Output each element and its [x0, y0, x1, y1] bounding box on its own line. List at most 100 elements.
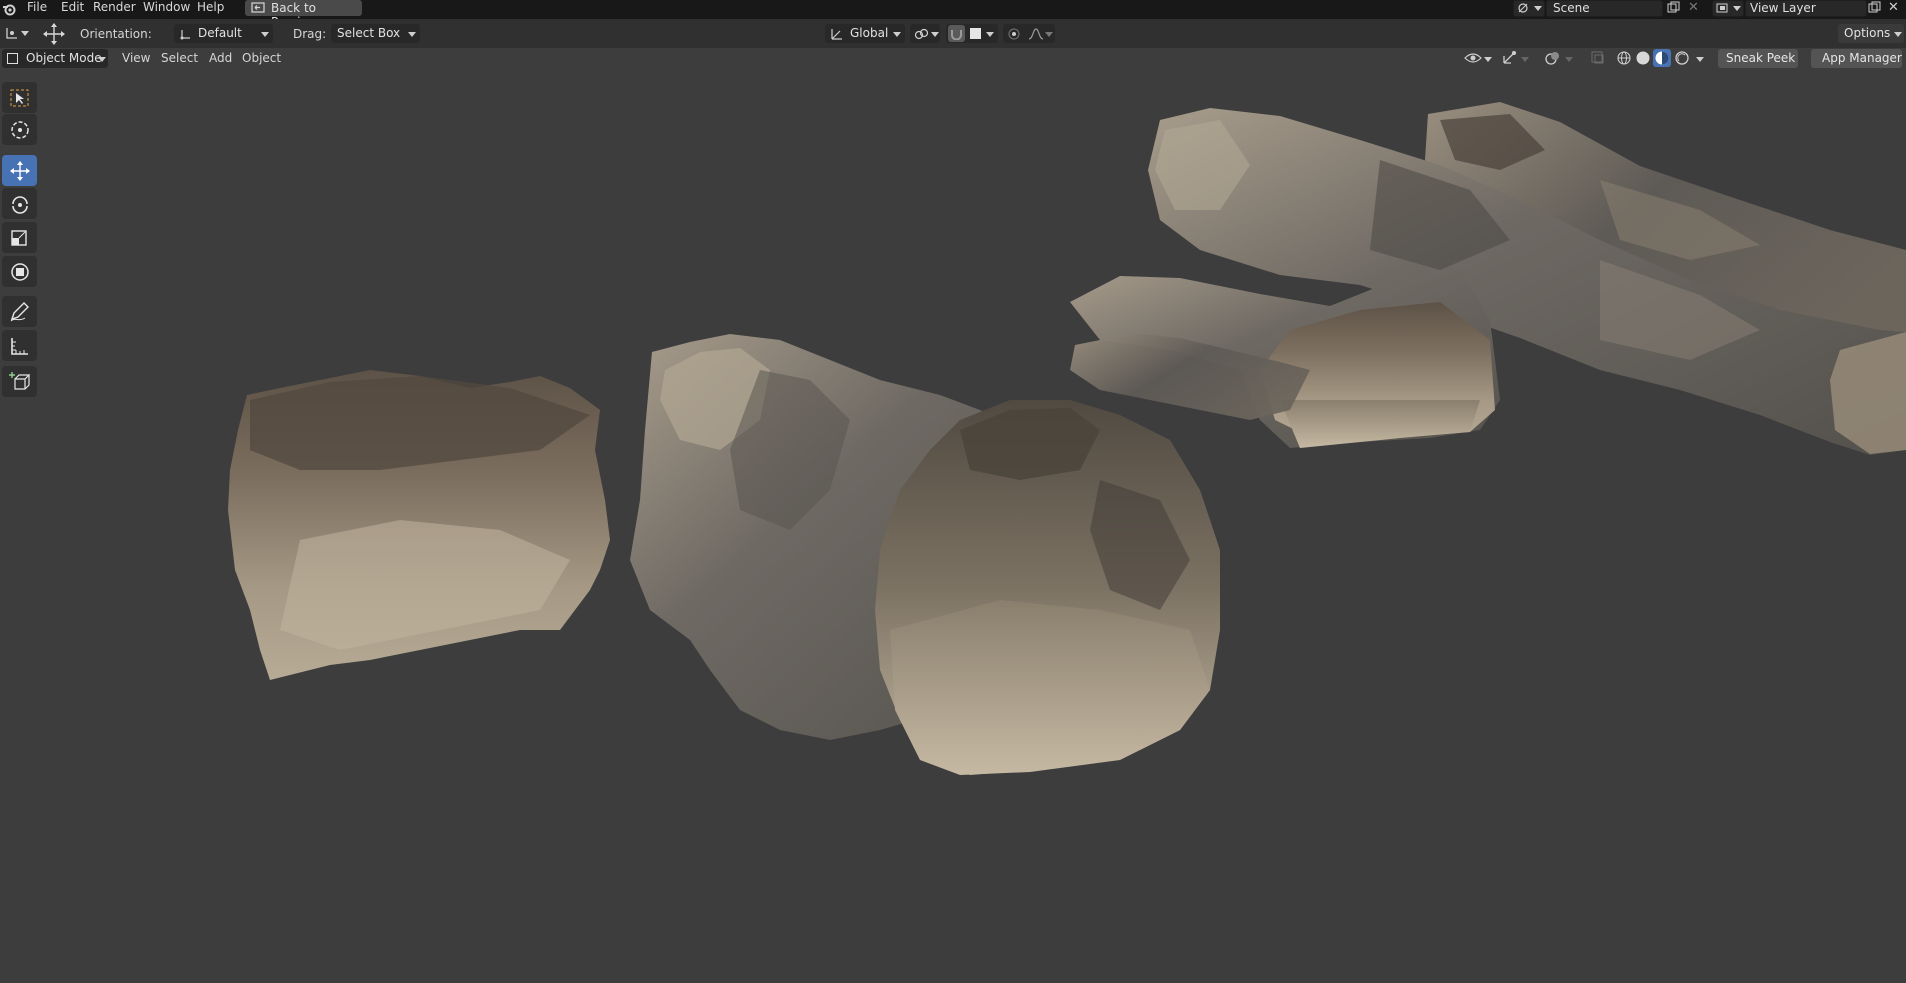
chevron-down-icon — [261, 32, 269, 37]
scene-name-field[interactable]: Scene — [1546, 0, 1663, 17]
menu-help[interactable]: Help — [197, 0, 224, 19]
copy-scene-icon[interactable] — [1667, 1, 1681, 14]
render-layers-icon — [1716, 3, 1728, 13]
top-bar: File Edit Render Window Help Back to Pre… — [0, 0, 1906, 29]
tool-measure[interactable] — [2, 330, 37, 361]
rotate-icon — [12, 196, 28, 214]
tool-transform[interactable] — [2, 256, 37, 287]
menu-view[interactable]: View — [122, 51, 150, 65]
blender-logo-icon[interactable] — [2, 2, 16, 16]
chevron-down-icon — [408, 32, 416, 37]
close-scene-icon[interactable]: ✕ — [1688, 0, 1699, 15]
chevron-down-icon — [1894, 32, 1902, 37]
tool-annotate[interactable] — [2, 296, 37, 327]
tool-cursor[interactable] — [2, 114, 37, 145]
left-toolbar — [0, 82, 38, 412]
chevron-down-icon — [1565, 57, 1573, 62]
sneak-peek-label: Sneak Peek — [1726, 51, 1796, 65]
orientation-value: Default — [198, 26, 242, 40]
magnet-icon — [951, 30, 962, 40]
snapping-group[interactable] — [946, 24, 998, 43]
drag-dropdown[interactable]: Select Box — [331, 24, 420, 43]
scene-name: Scene — [1553, 1, 1590, 15]
transform-icon — [11, 263, 29, 281]
move-gizmo-icon[interactable] — [42, 22, 66, 46]
menu-edit[interactable]: Edit — [61, 0, 84, 19]
pivot-point-dropdown[interactable] — [910, 24, 940, 43]
back-to-previous-button[interactable]: Back to Previous — [245, 0, 362, 29]
chevron-down-icon — [1733, 6, 1741, 11]
menu-select[interactable]: Select — [161, 51, 198, 65]
snap-increment-icon — [970, 28, 981, 39]
menu-file[interactable]: File — [27, 0, 47, 19]
pivot-icon — [914, 28, 928, 40]
app-manager-button[interactable]: App Manager — [1811, 49, 1902, 68]
viewport-header: Object Mode View Select Add Object Sneak… — [0, 48, 1906, 70]
tool-select-box[interactable] — [2, 82, 37, 113]
tool-settings-header: Orientation: Default Drag: Select Box Gl… — [0, 19, 1906, 48]
orientation-icon — [180, 30, 190, 40]
menu-object[interactable]: Object — [242, 51, 281, 65]
chevron-down-icon — [1534, 6, 1542, 11]
tool-move[interactable] — [2, 155, 37, 186]
tool-rotate[interactable] — [2, 188, 37, 219]
select-box-icon — [10, 89, 29, 107]
options-label: Options — [1844, 26, 1891, 40]
orientation-dropdown[interactable]: Default — [174, 24, 273, 43]
sneak-peek-button[interactable]: Sneak Peek — [1718, 49, 1798, 68]
tool-add-cube[interactable] — [2, 366, 37, 397]
visibility-eye-icon[interactable] — [1464, 51, 1482, 65]
chevron-down-icon — [1521, 57, 1529, 62]
annotate-pencil-icon — [10, 302, 29, 322]
chevron-down-icon — [986, 32, 994, 37]
xray-toggle-icon[interactable] — [1591, 51, 1605, 65]
proportional-editing-group[interactable] — [1003, 24, 1055, 43]
global-axes-icon — [831, 29, 842, 40]
object-mode-icon — [7, 53, 18, 64]
measure-ruler-icon — [11, 338, 28, 355]
falloff-curve-icon — [1028, 28, 1044, 40]
chevron-down-icon — [21, 31, 29, 36]
gizmo-toggle-icon[interactable] — [1501, 50, 1517, 66]
3d-viewport[interactable] — [0, 70, 1906, 983]
scene-icon — [1518, 3, 1528, 13]
chevron-down-icon — [1045, 32, 1053, 37]
overlays-icon[interactable] — [1545, 50, 1561, 66]
view-layer-name-field[interactable]: View Layer — [1745, 0, 1867, 17]
view-layer-browse-button[interactable] — [1712, 0, 1744, 17]
material-preview-button[interactable] — [1653, 49, 1671, 67]
chevron-down-icon — [1696, 57, 1704, 62]
proportional-edit-icon — [1008, 28, 1020, 40]
object-mode-value: Object Mode — [26, 51, 102, 65]
rendered-shading-icon[interactable] — [1674, 50, 1690, 66]
move-icon — [10, 161, 30, 181]
tool-scale[interactable] — [2, 222, 37, 253]
transform-orientation-dropdown[interactable]: Global — [825, 24, 905, 43]
transform-space-value: Global — [850, 26, 889, 40]
chevron-down-icon — [1484, 57, 1492, 62]
cursor-icon — [11, 121, 29, 139]
snap-toggle[interactable] — [948, 25, 965, 42]
rock-log-center[interactable] — [630, 334, 1220, 775]
transform-pivot-icon[interactable] — [4, 25, 20, 41]
scale-icon — [11, 230, 27, 246]
orientation-label: Orientation: — [80, 27, 152, 41]
rock-block-left[interactable] — [228, 370, 610, 680]
chevron-down-icon — [893, 32, 901, 37]
drag-value: Select Box — [337, 26, 401, 40]
menu-add[interactable]: Add — [209, 51, 232, 65]
menu-window[interactable]: Window — [143, 0, 190, 19]
object-mode-dropdown[interactable]: Object Mode — [2, 49, 108, 68]
scene-browse-button[interactable] — [1513, 0, 1545, 17]
view-layer-name: View Layer — [1750, 1, 1816, 15]
copy-view-layer-icon[interactable] — [1868, 1, 1882, 14]
wireframe-shading-icon[interactable] — [1616, 50, 1632, 66]
back-screen-icon — [251, 2, 265, 13]
chevron-down-icon — [98, 57, 106, 62]
material-preview-icon — [1655, 51, 1669, 65]
menu-render[interactable]: Render — [93, 0, 136, 19]
close-view-layer-icon[interactable]: ✕ — [1888, 0, 1899, 15]
add-cube-icon — [9, 372, 31, 390]
options-dropdown[interactable]: Options — [1838, 24, 1904, 43]
solid-shading-icon[interactable] — [1635, 50, 1651, 66]
